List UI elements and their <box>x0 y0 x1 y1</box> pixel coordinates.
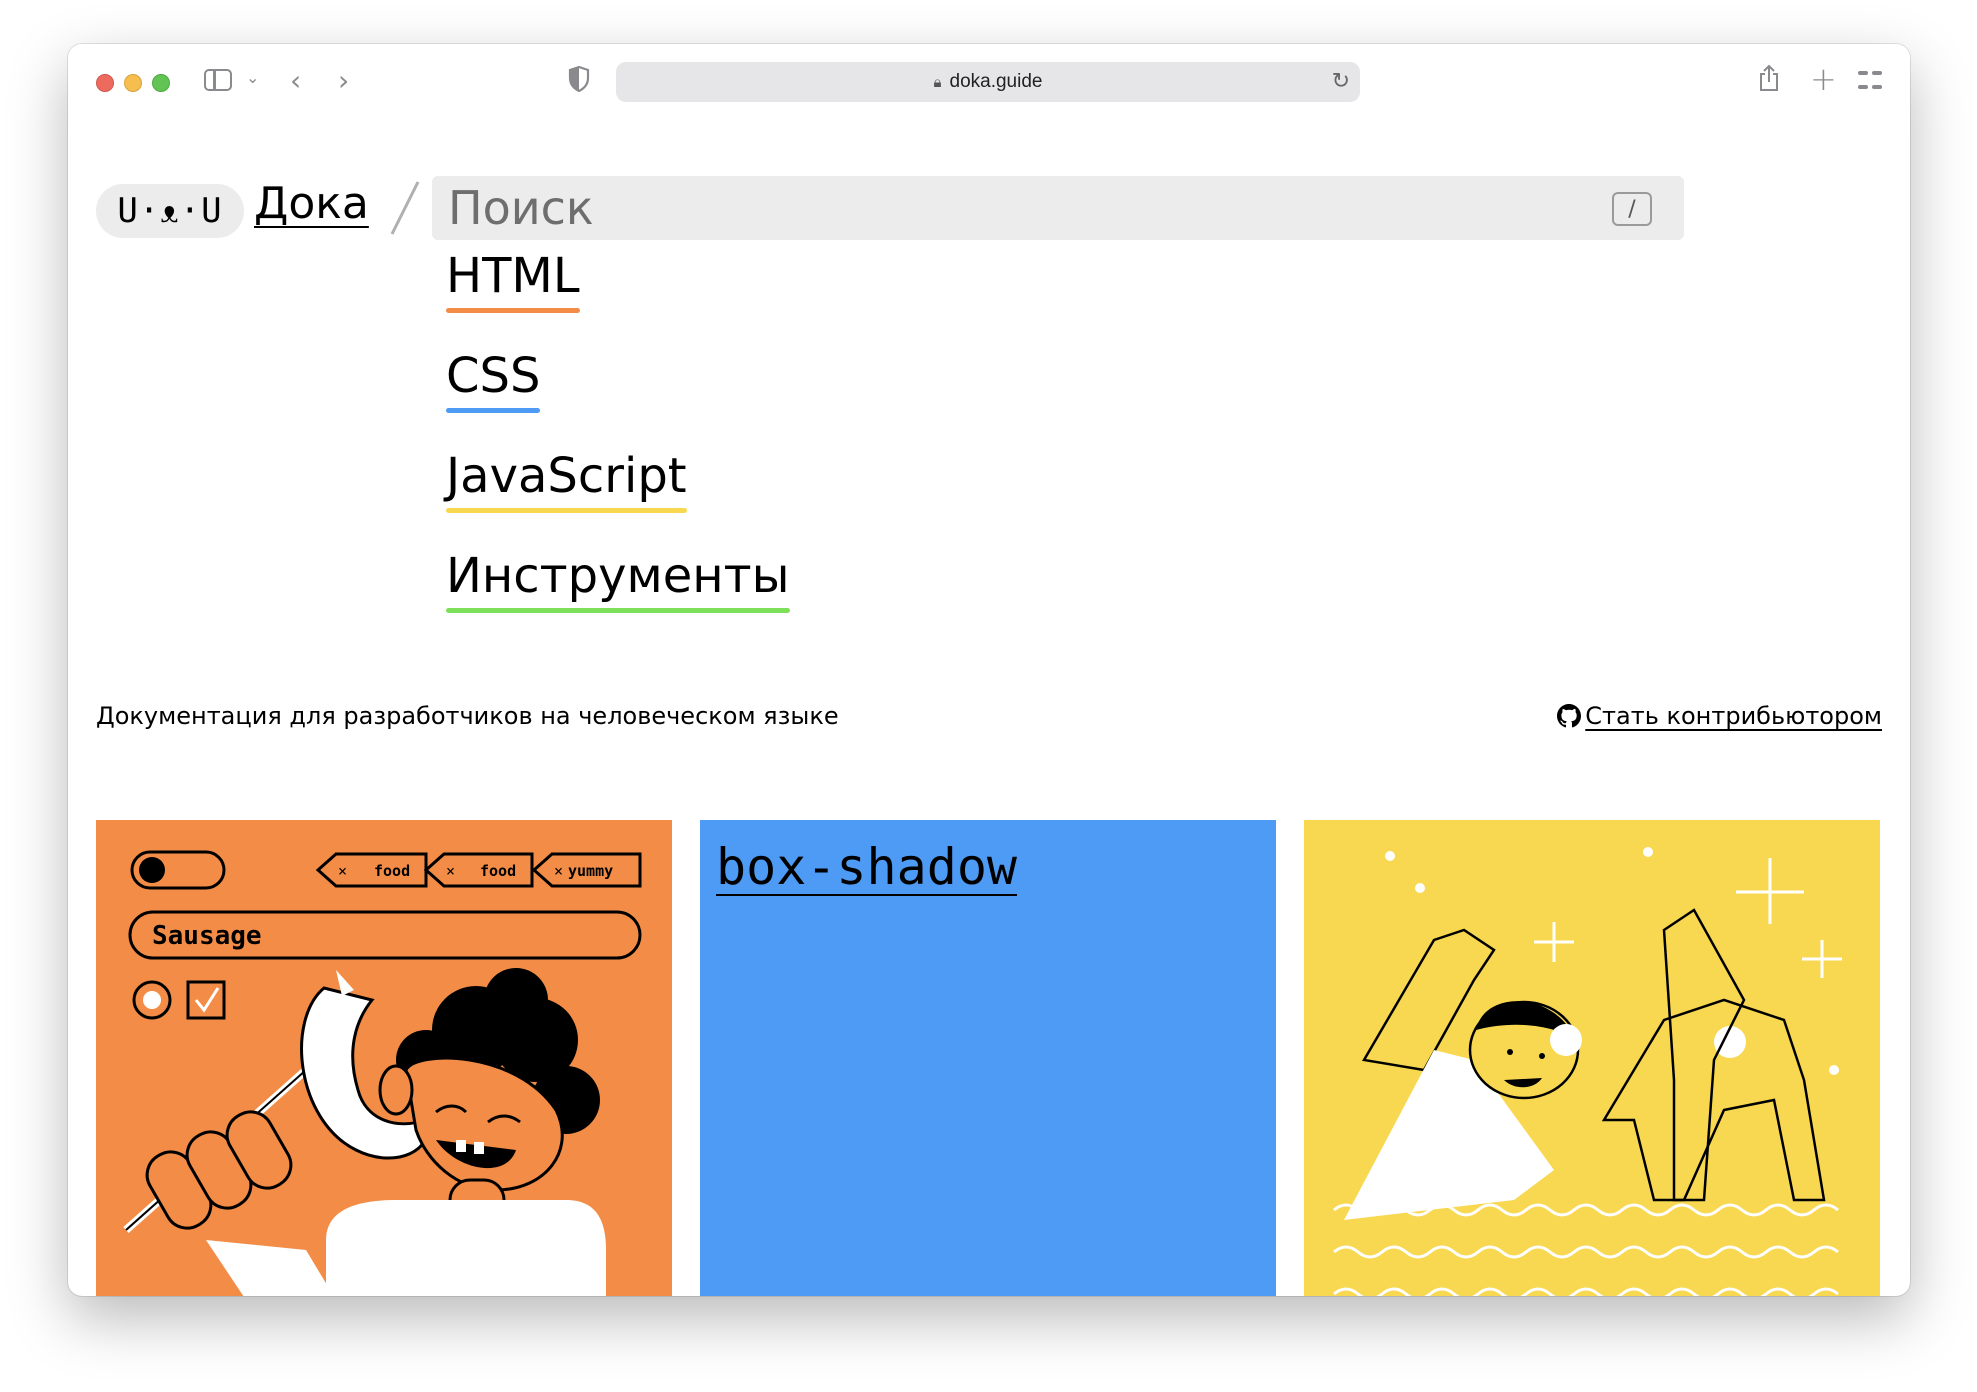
card-title[interactable]: box-shadow <box>716 838 1017 896</box>
chevron-down-icon[interactable]: ⌄ <box>246 68 259 87</box>
svg-text:×: × <box>338 862 347 880</box>
nav-underline <box>446 407 541 413</box>
svg-text:×: × <box>554 862 563 880</box>
back-icon[interactable]: ‹ <box>290 64 301 97</box>
page-content: U·ᴥ·U Дока Поиск / HTML CSS JavaScript И… <box>68 120 1910 1296</box>
sidebar-icon[interactable] <box>204 69 232 91</box>
url-text: doka.guide <box>949 71 1043 92</box>
nav-label: JavaScript <box>446 448 687 504</box>
nav-label: CSS <box>446 348 541 404</box>
tag-food-1: food <box>374 862 410 880</box>
site-name-link[interactable]: Дока <box>254 178 369 229</box>
nav-link-javascript[interactable]: JavaScript <box>446 448 687 513</box>
nav-link-css[interactable]: CSS <box>446 348 541 413</box>
nav-underline <box>446 307 580 313</box>
nav-underline <box>446 507 687 513</box>
github-icon <box>1557 704 1582 728</box>
nav-underline <box>446 607 790 613</box>
zoom-window-button[interactable] <box>152 74 170 92</box>
share-icon[interactable] <box>1758 64 1780 92</box>
nav-label: Инструменты <box>446 548 790 604</box>
breadcrumb-separator <box>390 181 420 235</box>
contribute-label: Стать контрибьютором <box>1585 702 1882 730</box>
nav-link-tools[interactable]: Инструменты <box>446 548 790 613</box>
svg-text:×: × <box>446 862 455 880</box>
close-window-button[interactable] <box>96 74 114 92</box>
food-illustration: × × × food food yummy Sausage <box>123 850 642 1296</box>
site-tagline: Документация для разработчиков на челове… <box>96 702 839 730</box>
contribute-link[interactable]: Стать контрибьютором <box>1557 702 1882 730</box>
new-tab-icon[interactable]: + <box>1810 60 1837 98</box>
nav-label: HTML <box>446 248 580 304</box>
lock-icon: 🔒︎ <box>933 73 942 91</box>
tag-food-2: food <box>480 862 516 880</box>
article-card-swimmer[interactable] <box>1304 820 1880 1296</box>
article-card-box-shadow[interactable]: box-shadow <box>700 820 1276 1296</box>
browser-window: ⌄ ‹ › 🔒︎ doka.guide ↻ + U·ᴥ·U Дока Поиск… <box>68 44 1910 1296</box>
tag-yummy: yummy <box>568 862 613 880</box>
article-card-food[interactable]: × × × food food yummy Sausage <box>96 820 672 1296</box>
site-logo[interactable]: U·ᴥ·U <box>96 184 244 238</box>
shield-icon[interactable] <box>568 66 590 92</box>
address-bar[interactable]: 🔒︎ doka.guide ↻ <box>616 62 1360 102</box>
tab-overview-icon[interactable] <box>1858 68 1882 92</box>
minimize-window-button[interactable] <box>124 74 142 92</box>
forward-icon[interactable]: › <box>338 64 349 97</box>
field-sausage: Sausage <box>152 921 262 951</box>
search-shortcut-key: / <box>1612 192 1652 226</box>
search-input[interactable]: Поиск / <box>432 176 1684 240</box>
nav-link-html[interactable]: HTML <box>446 248 580 313</box>
search-placeholder: Поиск <box>448 181 594 235</box>
reload-icon[interactable]: ↻ <box>1332 68 1350 94</box>
swimmer-illustration <box>1333 847 1842 1296</box>
title-bar: ⌄ ‹ › 🔒︎ doka.guide ↻ + <box>68 44 1910 120</box>
